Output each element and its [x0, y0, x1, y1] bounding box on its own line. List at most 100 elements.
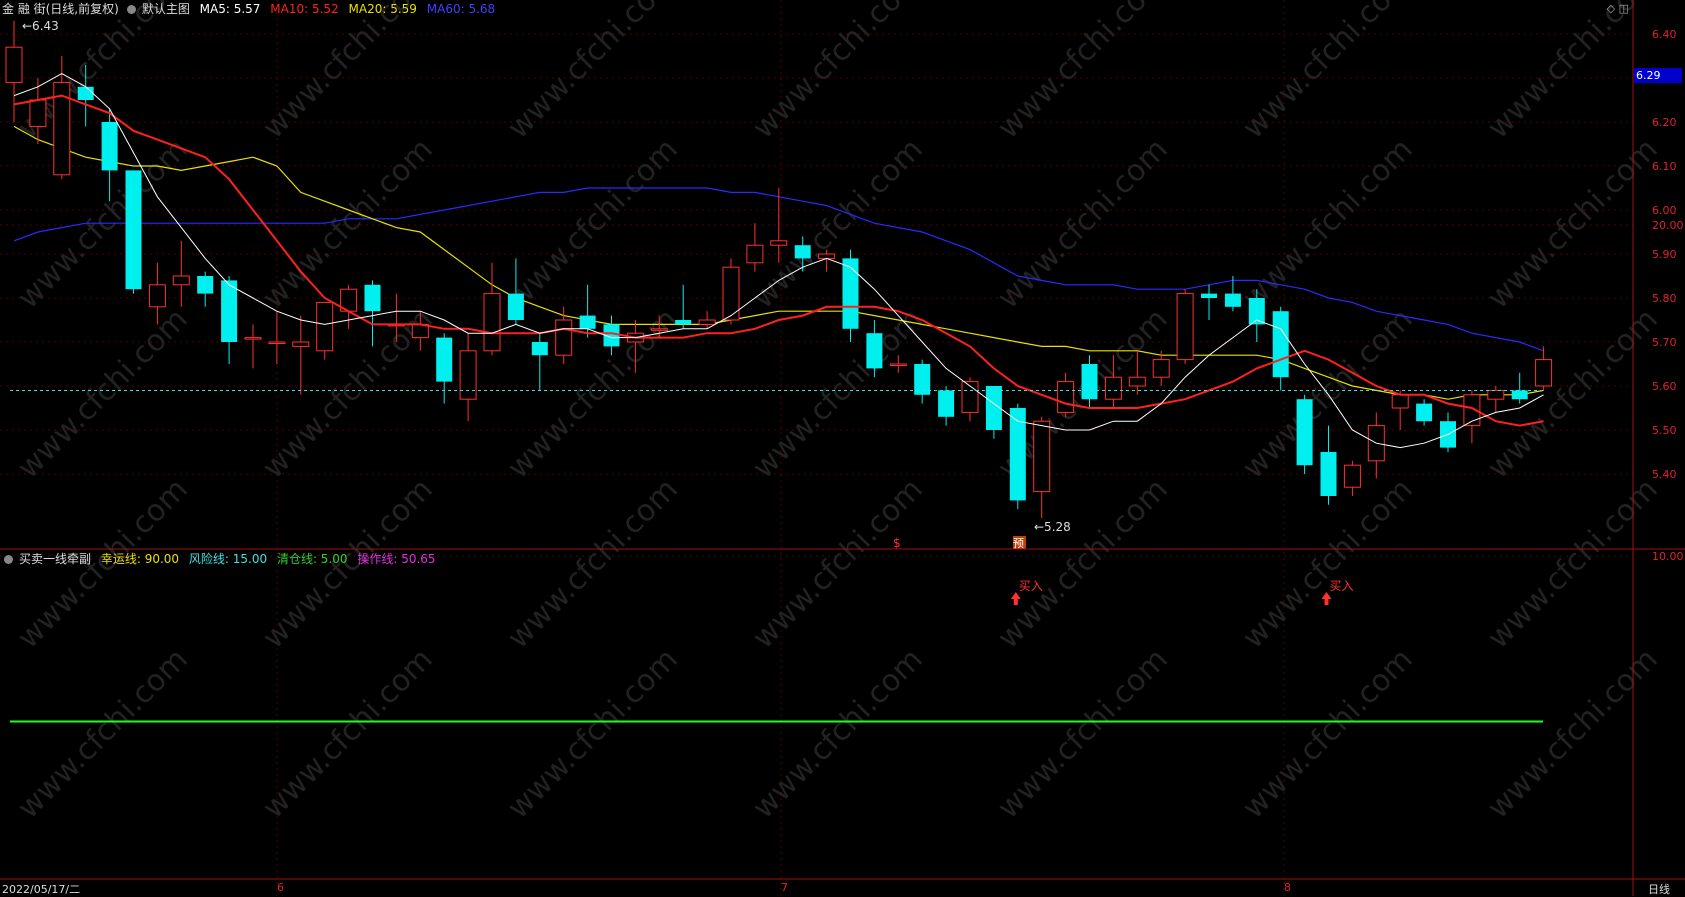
marker-yu: 预	[1013, 537, 1024, 550]
ma60-value: MA60: 5.68	[426, 2, 496, 16]
watermark-text: www.cfchi.com	[746, 132, 930, 316]
sub-chart-header: 买卖一线牵副 幸运线: 90.00 风险线: 15.00 清仓线: 5.00 操…	[2, 551, 442, 567]
sub-chart-title[interactable]: 买卖一线牵副	[19, 552, 91, 566]
osc-axis-label: 20.00	[1652, 219, 1684, 232]
candle-body-up	[555, 319, 573, 356]
kline-chart[interactable]: 6.406.306.206.106.005.905.805.705.605.50…	[0, 0, 1685, 896]
candle-body-down	[1416, 403, 1433, 422]
operate-line-value: 操作线: 50.65	[357, 552, 436, 566]
price-axis-label: 5.90	[1652, 248, 1677, 261]
candle-body-down	[1272, 311, 1289, 378]
candle-body-down	[125, 170, 142, 290]
candle-body-down	[1081, 364, 1098, 400]
candle-body-up	[483, 293, 501, 352]
candle-body-up	[698, 319, 716, 325]
price-axis-label: 5.70	[1652, 336, 1677, 349]
watermark-text: www.cfchi.com	[1236, 132, 1420, 316]
watermark-text: www.cfchi.com	[991, 642, 1175, 826]
candle-body-down	[77, 86, 94, 100]
candle-body-down	[436, 337, 453, 382]
month-8-label: 8	[1284, 881, 1291, 894]
watermark-text: www.cfchi.com	[501, 0, 685, 146]
candle-body-up	[172, 275, 190, 286]
watermark-text: www.cfchi.com	[256, 0, 440, 146]
buy-arrow-icon	[1321, 592, 1332, 605]
risk-line-value: 风险线: 15.00	[188, 552, 268, 566]
candle-body-up	[268, 341, 286, 344]
main-chart-header: 金 融 街(日线,前复权) 默认主图 MA5: 5.57 MA10: 5.52 M…	[2, 1, 501, 17]
candle-body-up	[244, 337, 262, 340]
candle-body-down	[221, 280, 238, 342]
candle-body-up	[650, 328, 668, 331]
candle-body-down	[197, 276, 214, 294]
watermark-text: www.cfchi.com	[1236, 472, 1420, 656]
candle-body-up	[1152, 359, 1170, 378]
watermark-text: www.cfchi.com	[1481, 472, 1665, 656]
candle-body-up	[148, 284, 166, 308]
candle-body-up	[1128, 376, 1146, 387]
window-controls[interactable]: ◇ ◫	[1607, 2, 1629, 15]
candle-body-down	[1320, 452, 1337, 496]
candle-body-up	[316, 301, 334, 352]
candle-body-down	[1201, 293, 1217, 298]
candle-body-down	[507, 293, 524, 320]
price-grid: 6.406.306.206.106.005.905.805.705.605.50…	[0, 0, 1684, 896]
watermark-text: www.cfchi.com	[11, 302, 195, 486]
marker-dollar: $	[893, 536, 901, 550]
month-6-label: 6	[277, 881, 284, 894]
candle-body-down	[579, 315, 596, 329]
watermark-text: www.cfchi.com	[1481, 302, 1665, 486]
watermark-text: www.cfchi.com	[991, 132, 1175, 316]
price-axis-label: 6.40	[1652, 28, 1677, 41]
watermark-text: www.cfchi.com	[1481, 642, 1665, 826]
candle-body-up	[889, 363, 907, 366]
osc-axis-label: 10.00	[1652, 550, 1684, 563]
watermark-text: www.cfchi.com	[501, 472, 685, 656]
watermark-text: www.cfchi.com	[1236, 642, 1420, 826]
watermark-text: www.cfchi.com	[11, 642, 195, 826]
period-label[interactable]: 日线	[1648, 881, 1670, 897]
price-axis-label: 5.50	[1652, 424, 1677, 437]
candle-body-down	[675, 320, 692, 325]
watermark-text: www.cfchi.com	[746, 302, 930, 486]
watermark-text: www.cfchi.com	[746, 642, 930, 826]
buy-signal-label: 买入	[1330, 579, 1354, 593]
candle-body-down	[1224, 293, 1241, 307]
candle-body-up	[5, 46, 23, 83]
candle-body-down	[842, 258, 859, 329]
low-price-label: ←5.28	[1034, 520, 1071, 534]
watermark-text: www.cfchi.com	[746, 472, 930, 656]
watermark-text: www.cfchi.com	[746, 0, 930, 146]
watermark-text: www.cfchi.com	[501, 642, 685, 826]
sub-settings-circle-icon[interactable]	[4, 555, 13, 564]
settings-circle-icon[interactable]	[126, 5, 136, 14]
candle-body-down	[1511, 390, 1528, 400]
ma5-value: MA5: 5.57	[199, 2, 261, 16]
candle-body-down	[101, 122, 118, 171]
watermark-text: www.cfchi.com	[1481, 132, 1665, 316]
candle-body-down	[938, 390, 955, 417]
candle-body-up	[770, 240, 788, 246]
ma10-value: MA10: 5.52	[270, 2, 339, 16]
candle-body-up	[1535, 359, 1553, 387]
candle-body-up	[1057, 381, 1075, 413]
candle-body-up	[1033, 420, 1051, 493]
start-date-label: 2022/05/17/二	[2, 883, 81, 896]
candle-body-up	[1391, 394, 1409, 409]
buy-signal-label: 买入	[1019, 579, 1043, 593]
candle-body-down	[364, 284, 381, 312]
stock-title: 金 融 街(日线,前复权)	[2, 2, 119, 16]
candle-body-up	[1104, 376, 1122, 400]
candle-body-up	[1343, 464, 1361, 488]
candle-body-up	[29, 99, 47, 127]
candle-body-down	[794, 245, 811, 259]
frame	[0, 0, 1685, 896]
lucky-line-value: 幸运线: 90.00	[100, 552, 180, 566]
candle-body-up	[746, 244, 764, 264]
candle-body-up	[818, 253, 836, 259]
ma20-value: MA20: 5.59	[348, 2, 417, 16]
main-chart-name[interactable]: 默认主图	[142, 2, 190, 16]
watermark-text: www.cfchi.com	[1236, 0, 1420, 146]
watermark-text: www.cfchi.com	[256, 642, 440, 826]
high-price-label: ←6.43	[22, 19, 59, 33]
